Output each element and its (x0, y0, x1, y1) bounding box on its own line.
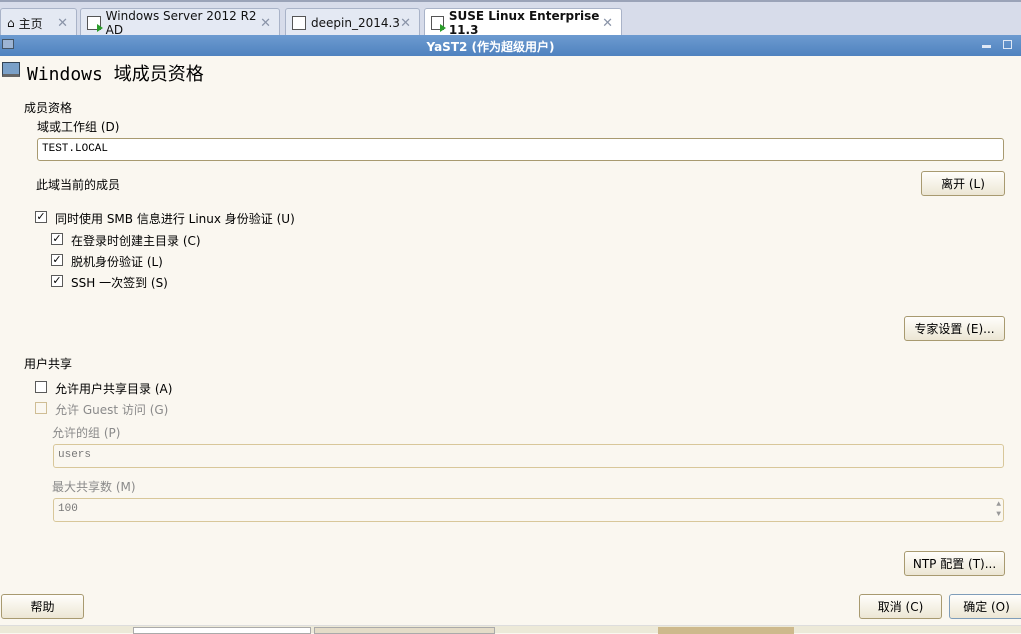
ok-button[interactable]: 确定 (O) (949, 594, 1021, 619)
browser-tab-bar: ⌂ 主页 ✕ Windows Server 2012 R2 AD ✕ deepin_2… (0, 0, 1021, 37)
allow-share-label: 允许用户共享目录 (A) (55, 382, 173, 396)
allow-guest-checkbox[interactable] (35, 402, 47, 414)
vm-icon (292, 16, 306, 30)
section-membership: 成员资格 (24, 101, 73, 115)
taskbar (0, 625, 1021, 634)
tab-deepin[interactable]: deepin_2014.3 ✕ (285, 8, 420, 37)
help-button[interactable]: 帮助 (1, 594, 84, 619)
allow-guest-label: 允许 Guest 访问 (G) (55, 403, 169, 417)
max-shares-spinbox[interactable]: 100 ▲ ▼ (53, 498, 1004, 522)
window-titlebar: YaST2 (作为超级用户) (0, 35, 1021, 56)
ntp-config-button[interactable]: NTP 配置 (T)... (904, 551, 1005, 576)
ssh-sso-checkbox[interactable]: ✓ (51, 275, 63, 287)
offline-auth-checkbox[interactable]: ✓ (51, 254, 63, 266)
max-shares-label: 最大共享数 (M) (52, 480, 136, 494)
expert-settings-button[interactable]: 专家设置 (E)... (904, 316, 1005, 341)
cancel-button[interactable]: 取消 (C) (859, 594, 942, 619)
tab-windows-server[interactable]: Windows Server 2012 R2 AD ✕ (80, 8, 280, 37)
create-home-label: 在登录时创建主目录 (C) (71, 234, 201, 248)
vm-running-icon (87, 16, 103, 32)
spin-down-icon[interactable]: ▼ (996, 510, 1001, 519)
allow-share-checkbox[interactable] (35, 381, 47, 393)
computer-icon (2, 62, 20, 77)
page-title: Windows 域成员资格 (27, 64, 204, 85)
max-shares-value: 100 (58, 503, 78, 515)
allowed-group-input[interactable]: users (53, 444, 1004, 468)
ssh-sso-label: SSH 一次签到 (S) (71, 276, 168, 290)
leave-button[interactable]: 离开 (L) (921, 171, 1005, 196)
home-icon: ⌂ (7, 16, 15, 30)
allowed-group-label: 允许的组 (P) (52, 426, 121, 440)
create-home-checkbox[interactable]: ✓ (51, 233, 63, 245)
smb-auth-label: 同时使用 SMB 信息进行 Linux 身份验证 (U) (55, 212, 295, 226)
section-user-shares: 用户共享 (24, 357, 73, 371)
offline-auth-label: 脱机身份验证 (L) (71, 255, 163, 269)
close-icon[interactable]: ✕ (602, 16, 613, 31)
maximize-icon[interactable] (1003, 40, 1012, 49)
close-icon[interactable]: ✕ (400, 16, 411, 31)
smb-auth-checkbox[interactable]: ✓ (35, 211, 47, 223)
spin-up-icon[interactable]: ▲ (996, 500, 1001, 509)
tab-home[interactable]: ⌂ 主页 ✕ (0, 8, 77, 37)
minimize-icon[interactable] (982, 45, 991, 48)
close-icon[interactable]: ✕ (57, 16, 68, 31)
window-title: YaST2 (作为超级用户) (426, 40, 555, 54)
tab-suse[interactable]: SUSE Linux Enterprise 11.3 ✕ (424, 8, 622, 37)
domain-input[interactable]: TEST.LOCAL (37, 138, 1004, 161)
membership-status: 此域当前的成员 (36, 178, 121, 192)
domain-label: 域或工作组 (D) (37, 120, 120, 134)
vm-running-icon (431, 16, 446, 32)
close-icon[interactable]: ✕ (260, 16, 271, 31)
